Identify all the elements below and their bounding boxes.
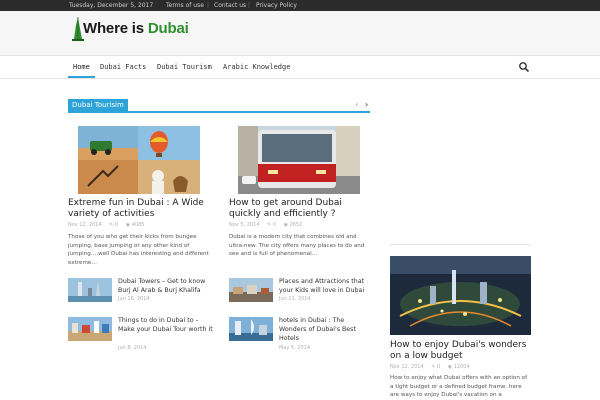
comment-icon: ✎ [431, 364, 436, 370]
featured-excerpt-1: Those of you who get their kicks from bu… [68, 234, 209, 266]
comment-count: 0 [115, 222, 119, 228]
logo-text: Where is Dubai [83, 20, 189, 37]
comment-icon: ✎ [267, 222, 272, 228]
nav-active-indicator [68, 76, 95, 78]
next-arrow-icon[interactable]: › [365, 100, 368, 110]
featured-meta-2: Nov 5, 2014 ✎ 0 ◉ 2652 [229, 222, 302, 228]
separator: | [207, 2, 210, 9]
eye-icon: ◉ [125, 222, 131, 228]
small-thumb-kids-attractions[interactable] [229, 278, 273, 302]
prev-arrow-icon[interactable]: ‹ [355, 100, 358, 110]
small-post-date: Jun 16, 2014 [118, 296, 150, 302]
privacy-link[interactable]: Privacy Policy [256, 1, 297, 10]
comment-icon: ✎ [109, 222, 114, 228]
comment-count: 0 [437, 364, 441, 370]
small-post-date: Jun 11, 2014 [279, 296, 311, 302]
post-date: Nov 12, 2014 [390, 364, 424, 370]
nav-arabic-knowledge[interactable]: Arabic Knowledge [223, 63, 290, 71]
sidebar-post-excerpt: How to enjoy what Dubai offers with an o… [390, 375, 528, 398]
separator: | [248, 2, 251, 9]
view-count: 4085 [131, 222, 145, 228]
featured-image-bus[interactable] [238, 126, 360, 194]
eye-icon: ◉ [283, 222, 288, 228]
sidebar-image-night-city[interactable] [390, 256, 531, 335]
section-title[interactable]: Dubai Tourisim [68, 99, 128, 112]
contact-link[interactable]: Contact us [214, 1, 246, 10]
view-count: 2652 [289, 222, 303, 228]
top-bar: Tuesday, December 5, 2017 Terms of use |… [0, 0, 600, 11]
small-post-title[interactable]: Dubai Towers – Get to know Burj Al Arab … [118, 277, 216, 295]
main-nav: Home Dubai Facts Dubai Tourism Arabic Kn… [0, 57, 600, 79]
sidebar-divider [390, 244, 531, 245]
small-post-title[interactable]: hotels in Dubai : The Wonders of Dubai's… [279, 316, 371, 343]
section-header: Dubai Tourisim ‹ › [68, 99, 370, 114]
terms-link[interactable]: Terms of use [166, 1, 204, 10]
small-thumb-hotels[interactable] [229, 317, 273, 341]
featured-title-2[interactable]: How to get around Dubai quickly and effi… [229, 198, 369, 220]
small-post-title[interactable]: Places and Attractions that your Kids wi… [279, 277, 371, 295]
sidebar-post-meta: Nov 12, 2014 ✎ 0 ◉ 12004 [390, 364, 470, 370]
comment-count: 0 [272, 222, 277, 228]
featured-meta-1: Nov 12, 2014 ✎ 0 ◉ 4085 [68, 222, 145, 228]
small-post-date: Jun 8, 2014 [118, 345, 147, 351]
featured-title-1[interactable]: Extreme fun in Dubai : A Wide variety of… [68, 198, 213, 220]
small-thumb-towers[interactable] [68, 278, 112, 302]
featured-excerpt-2: Dubai is a modern city that combines old… [229, 234, 365, 257]
view-count: 12004 [453, 364, 470, 370]
small-post-date: May 5, 2014 [279, 345, 311, 351]
post-date: Nov 5, 2014 [229, 222, 260, 228]
nav-home[interactable]: Home [73, 63, 90, 71]
nav-dubai-tourism[interactable]: Dubai Tourism [157, 63, 212, 71]
search-icon[interactable] [518, 61, 530, 73]
featured-image-extreme-fun[interactable] [78, 126, 200, 194]
sidebar-post-title[interactable]: How to enjoy Dubai's wonders on a low bu… [390, 340, 535, 362]
nav-dubai-facts[interactable]: Dubai Facts [100, 63, 146, 71]
small-thumb-things-to-do[interactable] [68, 317, 112, 341]
small-post-title[interactable]: Things to do in Dubai to – Make your Dub… [118, 316, 216, 334]
eye-icon: ◉ [447, 364, 453, 370]
post-date: Nov 12, 2014 [68, 222, 102, 228]
current-date: Tuesday, December 5, 2017 [69, 2, 154, 9]
